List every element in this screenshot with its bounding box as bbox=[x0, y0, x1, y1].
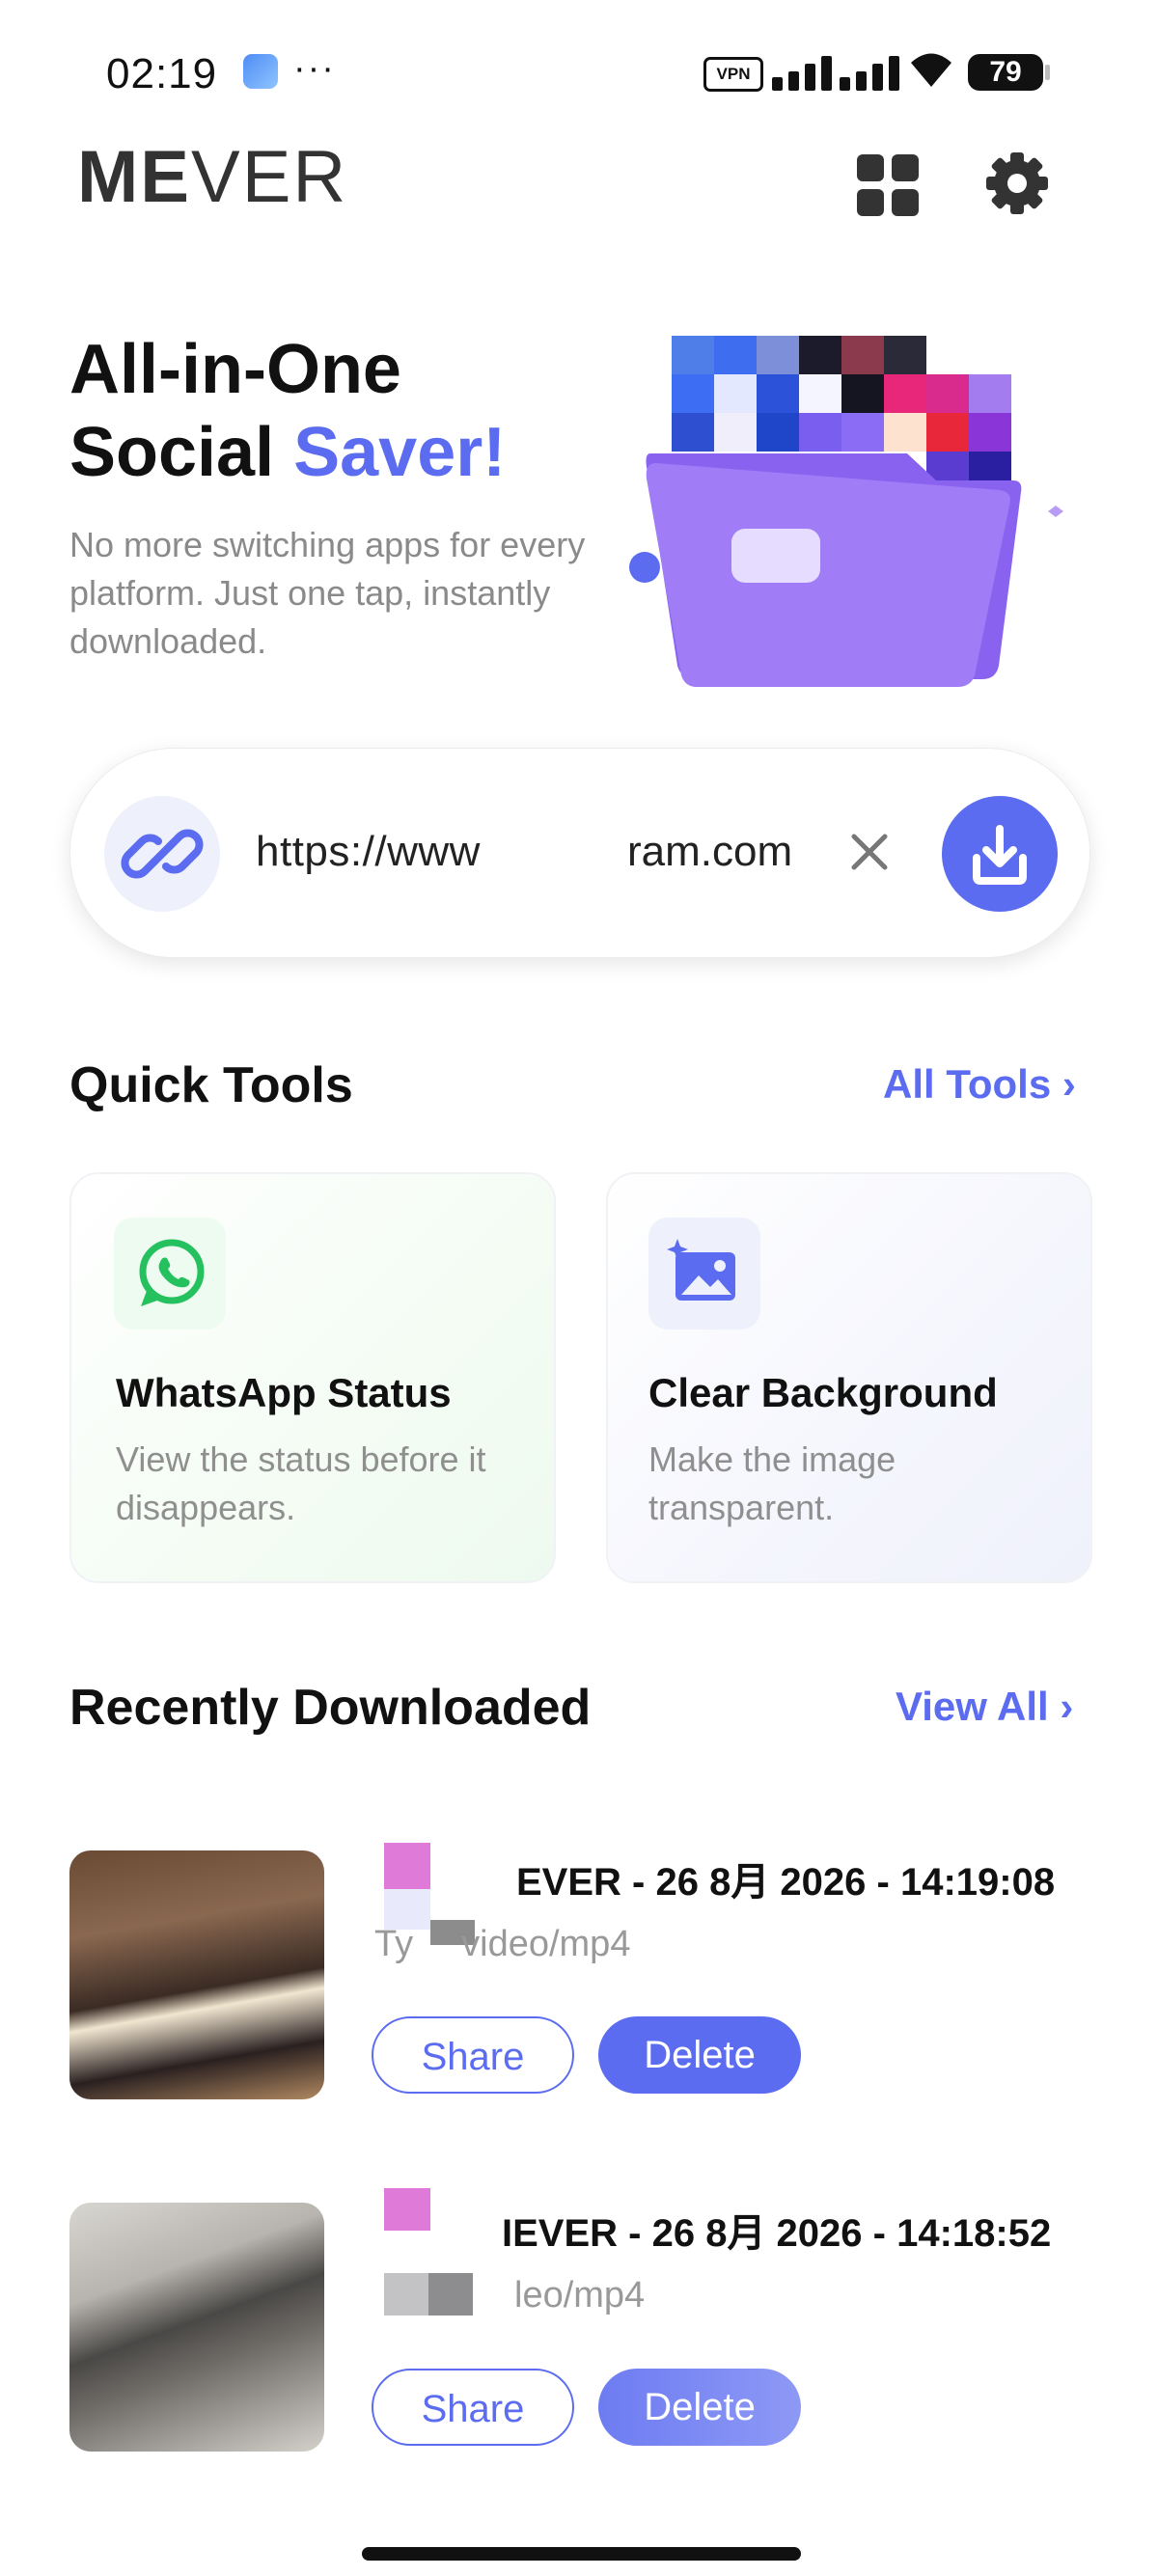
image-icon-bg bbox=[648, 1218, 760, 1329]
url-input-text[interactable]: https://www bbox=[256, 828, 481, 876]
home-indicator[interactable] bbox=[362, 2547, 801, 2561]
share-button[interactable]: Share bbox=[372, 2369, 574, 2446]
download-thumbnail[interactable] bbox=[69, 2203, 324, 2452]
whatsapp-icon bbox=[139, 1239, 205, 1306]
url-input-text-end[interactable]: ram.com bbox=[627, 828, 792, 876]
download-thumbnail[interactable] bbox=[69, 1850, 324, 2099]
battery-tip bbox=[1045, 65, 1050, 80]
link-icon-bg bbox=[104, 796, 220, 912]
whatsapp-icon-bg bbox=[114, 1218, 226, 1329]
redacted-pixel bbox=[384, 1843, 430, 1889]
folder-illustration bbox=[629, 336, 1063, 687]
download-item-type: Ty video/mp4 bbox=[374, 1924, 631, 1964]
clear-url-icon[interactable] bbox=[849, 832, 890, 872]
link-icon bbox=[121, 829, 204, 879]
settings-gear-icon[interactable] bbox=[979, 145, 1056, 222]
all-tools-link[interactable]: All Tools › bbox=[883, 1061, 1076, 1108]
redacted-pixel bbox=[428, 2273, 473, 2316]
redacted-pixel bbox=[384, 2188, 430, 2231]
status-time: 02:19 bbox=[106, 50, 218, 97]
delete-button[interactable]: Delete bbox=[598, 2369, 801, 2446]
image-sparkle-icon bbox=[667, 1239, 735, 1301]
clear-bg-card-title: Clear Background bbox=[648, 1370, 998, 1415]
notification-app-icon bbox=[243, 54, 278, 89]
view-all-link[interactable]: View All › bbox=[896, 1684, 1073, 1730]
clear-bg-card-desc: Make the image transparent. bbox=[648, 1439, 896, 1527]
grid-menu-icon[interactable] bbox=[849, 147, 926, 224]
hero-title: All-in-One Social Saver! bbox=[69, 331, 507, 491]
whatsapp-card-title: WhatsApp Status bbox=[116, 1370, 452, 1415]
vpn-badge: VPN bbox=[703, 57, 763, 92]
share-button[interactable]: Share bbox=[372, 2016, 574, 2094]
wifi-icon bbox=[911, 53, 951, 87]
delete-button[interactable]: Delete bbox=[598, 2016, 801, 2094]
quick-tools-title: Quick Tools bbox=[69, 1057, 353, 1113]
battery-indicator: 79 bbox=[968, 54, 1043, 91]
download-icon bbox=[973, 825, 1027, 885]
download-button[interactable] bbox=[942, 796, 1058, 912]
whatsapp-card-desc: View the status before it disappears. bbox=[116, 1439, 486, 1527]
signal-icon bbox=[772, 54, 899, 91]
recent-title: Recently Downloaded bbox=[69, 1680, 592, 1736]
app-logo: MEVER bbox=[77, 136, 348, 218]
download-item-title: IEVER - 26 8月 2026 - 14:18:52 bbox=[502, 2212, 1052, 2255]
hero-subtitle: No more switching apps for every platfor… bbox=[69, 525, 586, 661]
download-item-title: EVER - 26 8月 2026 - 14:19:08 bbox=[516, 1861, 1056, 1904]
redacted-pixel bbox=[384, 2273, 428, 2316]
download-item-type: leo/mp4 bbox=[514, 2275, 646, 2316]
url-redaction bbox=[482, 753, 637, 955]
more-notifications-icon: ··· bbox=[293, 48, 336, 89]
